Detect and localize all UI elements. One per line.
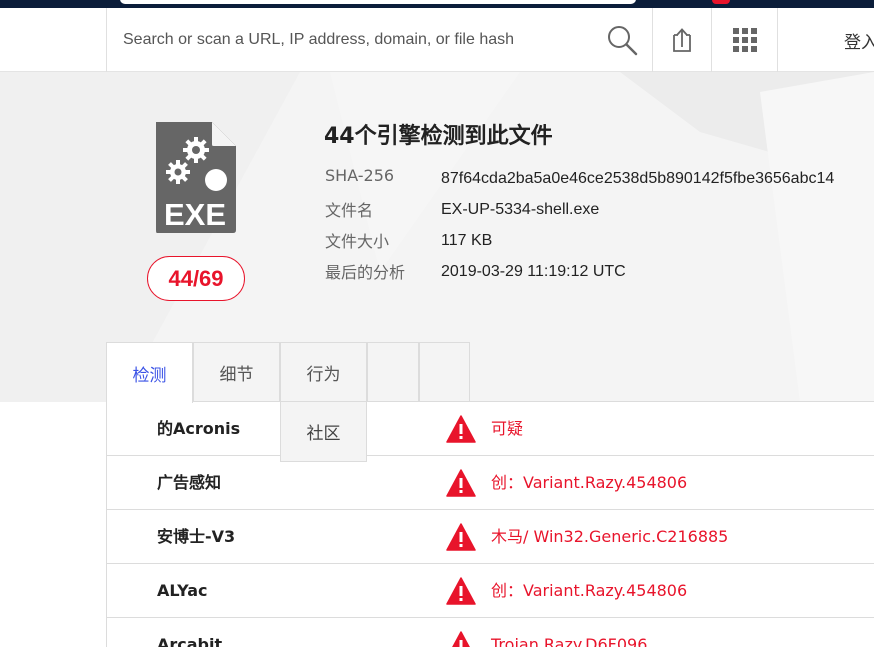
tab-detection[interactable]: 检测 [106,342,193,403]
verdict-label: 创：Variant.Razy.454806 [491,473,688,492]
apps-button[interactable] [711,8,777,72]
tab-extra-1[interactable] [367,342,419,402]
table-row: 安博士-V3 木马/ Win32.Generic.C216885 [107,510,874,564]
verdict-label: 创：Variant.Razy.454806 [491,581,688,600]
engine-name: ALYac [157,581,208,600]
filesize-value: 117 KB [441,232,493,249]
verdict-label: Trojan.Razy.D6F096 [491,635,648,647]
file-icon-label: EXE [164,197,226,232]
detection-score-badge: 44/69 [147,256,245,301]
engine-name: 的Acronis [157,419,241,438]
verdict-label: 木马/ Win32.Generic.C216885 [491,527,729,546]
table-row: Arcabit Trojan.Razy.D6F096 [107,618,874,647]
top-bar [0,0,874,8]
filename-value: EX-UP-5334-shell.exe [441,201,600,218]
tab-extra-2[interactable] [419,342,470,402]
table-row: ALYac 创：Variant.Razy.454806 [107,564,874,618]
header: 登入 [0,8,874,72]
detection-results-table: 的Acronis 可疑 广告感知 创：Variant.Razy.454806 安… [106,401,874,647]
dropdown-item-community[interactable]: 社区 [280,402,367,462]
login-label: 登入 [844,32,874,52]
tab-behavior[interactable]: 行为 [280,342,367,402]
warning-icon [446,469,476,497]
apps-grid-icon [732,28,757,52]
page-title: 44个引擎检测到此文件 [324,124,553,149]
search-input[interactable] [107,8,652,72]
top-bar-highlight [120,0,636,4]
exe-file-icon: EXE [156,122,236,233]
notification-dot [712,0,730,4]
engine-name: Arcabit [157,635,223,647]
login-button[interactable]: 登入 [777,8,874,72]
engine-name: 广告感知 [157,473,222,492]
warning-icon [452,631,470,647]
upload-icon [673,28,691,52]
sha256-value[interactable]: 87f64cda2ba5a0e46ce2538d5b890142f5fbe365… [441,170,874,188]
warning-icon [446,577,476,605]
warning-icon [446,523,476,551]
sha256-label: SHA-256 [325,166,395,185]
engine-name: 安博士-V3 [157,527,236,546]
tab-details[interactable]: 细节 [193,342,280,402]
table-row: 的Acronis 可疑 [107,402,874,456]
last-analysis-label: 最后的分析 [325,263,406,282]
verdict-label: 可疑 [491,419,524,438]
warning-icon [446,415,476,443]
search-icon[interactable] [604,22,640,58]
last-analysis-value: 2019-03-29 11:19:12 UTC [441,263,626,280]
filename-label: 文件名 [325,201,374,220]
upload-button[interactable] [652,8,711,72]
filesize-label: 文件大小 [325,232,390,251]
table-row: 广告感知 创：Variant.Razy.454806 [107,456,874,510]
